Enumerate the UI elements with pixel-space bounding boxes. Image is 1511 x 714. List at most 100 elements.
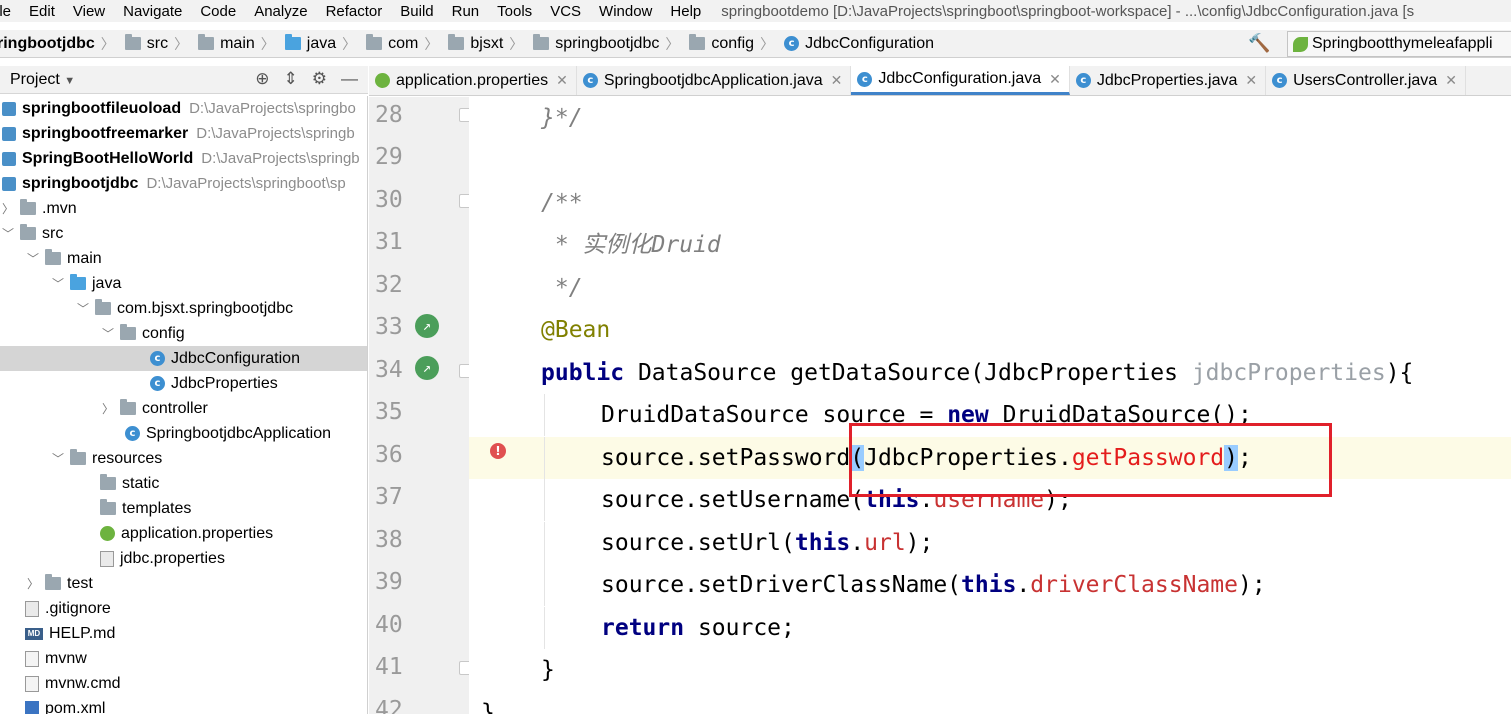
breadcrumb-project[interactable]: ringbootjdbc 〉 [0,34,121,54]
tab-springbootjdbcapplication[interactable]: c SpringbootjdbcApplication.java ✕ [577,66,852,95]
chevron-down-icon[interactable]: ﹀ [75,300,91,317]
tree-item-springbootfreemarker[interactable]: springbootfreemarker D:\JavaProjects\spri… [0,121,367,146]
gear-icon[interactable]: ⚙ [312,69,327,89]
breadcrumb-java[interactable]: java 〉 [284,34,362,54]
chevron-down-icon[interactable]: ﹀ [25,250,41,267]
tab-userscontroller[interactable]: c UsersController.java ✕ [1266,66,1466,95]
chevron-right-icon[interactable]: 〉 [0,200,16,217]
run-configuration-select[interactable]: Springbootthymeleafappli [1287,31,1511,57]
tab-label: JdbcConfiguration.java [878,70,1042,87]
tree-item-com-bjsxt-springbootjdbc[interactable]: ﹀ com.bjsxt.springbootjdbc [0,296,367,321]
bean-gutter-icon[interactable]: ↗ [415,356,439,380]
close-icon[interactable]: ✕ [1445,72,1457,89]
tree-item-jdbcconfiguration[interactable]: c JdbcConfiguration [0,346,367,371]
chevron-right-icon[interactable]: 〉 [25,575,41,592]
breadcrumb-springbootjdbc[interactable]: springbootjdbc 〉 [533,34,685,54]
fold-marker-icon[interactable] [459,364,469,378]
menu-navigate[interactable]: Navigate [123,3,182,20]
tree-item-resources[interactable]: ﹀ resources [0,446,367,471]
keyword: new [947,402,989,428]
tree-item-src[interactable]: ﹀ src [0,221,367,246]
chevron-down-icon[interactable]: ﹀ [100,325,116,342]
tree-item-springbootfileuoload[interactable]: springbootfileuoload D:\JavaProjects\spri… [0,96,367,121]
chevron-down-icon[interactable]: ﹀ [50,275,66,292]
tree-item-label: jdbc.properties [120,549,225,567]
class-icon: c [150,351,165,366]
tree-item-help-md[interactable]: MD HELP.md [0,621,367,646]
locate-target-icon[interactable]: ⊕ [255,69,269,89]
chevron-right-icon[interactable]: 〉 [100,400,116,417]
indent-guide [544,522,545,564]
chevron-down-icon[interactable]: ﹀ [0,225,16,242]
breadcrumb-src[interactable]: src 〉 [124,34,194,54]
code-editor[interactable]: }*/ /** * 实例化Druid */ @Bean public DataS… [469,97,1511,714]
menu-analyze[interactable]: Analyze [254,3,307,20]
code-text: DataSource getDataSource(JdbcProperties [624,360,1192,386]
tree-item-springbootjdbcapplication[interactable]: c SpringbootjdbcApplication [0,421,367,446]
tree-item-test[interactable]: 〉 test [0,571,367,596]
tree-item-mvnw[interactable]: mvnw [0,646,367,671]
tab-application-properties[interactable]: application.properties ✕ [369,66,577,95]
tab-jdbcconfiguration[interactable]: c JdbcConfiguration.java ✕ [851,66,1070,95]
code-line-35: DruidDataSource source = new DruidDataSo… [469,394,1511,436]
tree-item-controller[interactable]: 〉 controller [0,396,367,421]
project-view-select[interactable]: Project ▼ [10,71,75,89]
tree-item-jdbcproperties[interactable]: c JdbcProperties [0,371,367,396]
menu-tools[interactable]: Tools [497,3,532,20]
tree-item-config[interactable]: ﹀ config [0,321,367,346]
tree-item-label: pom.xml [45,699,106,714]
tab-jdbcproperties[interactable]: c JdbcProperties.java ✕ [1070,66,1267,95]
close-icon[interactable]: ✕ [1245,72,1257,89]
menu-edit[interactable]: Edit [29,3,55,20]
menu-file[interactable]: ile [0,3,11,20]
tree-item-main[interactable]: ﹀ main [0,246,367,271]
keyword: this [864,487,920,513]
menu-refactor[interactable]: Refactor [326,3,383,20]
tab-label: JdbcProperties.java [1096,71,1238,89]
bean-gutter-icon[interactable]: ↗ [415,314,439,338]
tree-item-gitignore[interactable]: .gitignore [0,596,367,621]
error-gutter-icon[interactable]: ! [490,443,506,459]
tree-item-mvnw-cmd[interactable]: mvnw.cmd [0,671,367,696]
menu-run[interactable]: Run [452,3,480,20]
fold-marker-icon[interactable] [459,108,469,122]
text-file-icon [25,600,39,617]
breadcrumb-bjsxt[interactable]: bjsxt 〉 [448,34,529,54]
collapse-all-icon[interactable]: ⇕ [284,69,298,89]
breadcrumb-main[interactable]: main 〉 [198,34,281,54]
dropdown-arrow-icon: ▼ [64,74,76,87]
menu-vcs[interactable]: VCS [550,3,581,20]
tree-item-application-properties[interactable]: application.properties [0,521,367,546]
tree-item-label: SpringBootHelloWorld [22,149,194,167]
fold-marker-icon[interactable] [459,194,469,208]
chevron-down-icon[interactable]: ﹀ [50,450,66,467]
code-line-31: * 实例化Druid [469,224,1511,266]
tree-item-springbootjdbc[interactable]: springbootjdbc D:\JavaProjects\springboot… [0,171,367,196]
menu-build[interactable]: Build [400,3,433,20]
tree-item-springboothelloworld[interactable]: SpringBootHelloWorld D:\JavaProjects\spri… [0,146,367,171]
fold-marker-icon[interactable] [459,661,469,675]
menu-help[interactable]: Help [670,3,701,20]
close-icon[interactable]: ✕ [1049,71,1061,88]
menu-view[interactable]: View [73,3,105,20]
tree-item-java[interactable]: ﹀ java [0,271,367,296]
close-icon[interactable]: ✕ [556,72,568,89]
tree-item-mvn[interactable]: 〉 .mvn [0,196,367,221]
breadcrumb-config[interactable]: config 〉 [689,34,780,54]
chevron-right-icon: 〉 [509,35,524,52]
tree-item-label: springbootfileuoload [22,99,182,117]
tree-item-static[interactable]: static [0,471,367,496]
close-icon[interactable]: ✕ [831,72,843,89]
menu-window[interactable]: Window [599,3,652,20]
tree-item-templates[interactable]: templates [0,496,367,521]
chevron-right-icon: 〉 [665,35,680,52]
build-hammer-icon[interactable]: 🔨 [1248,33,1270,54]
tree-item-pom-xml[interactable]: pom.xml [0,696,367,714]
code-line-37: source.setUsername(this.username); [469,479,1511,521]
breadcrumb-com[interactable]: com 〉 [366,34,444,54]
menu-code[interactable]: Code [200,3,236,20]
code-text: ){ [1385,360,1414,386]
minimize-icon[interactable]: — [341,69,358,89]
breadcrumb-jdbcconfiguration[interactable]: c JdbcConfiguration [784,35,934,53]
tree-item-jdbc-properties[interactable]: jdbc.properties [0,546,367,571]
